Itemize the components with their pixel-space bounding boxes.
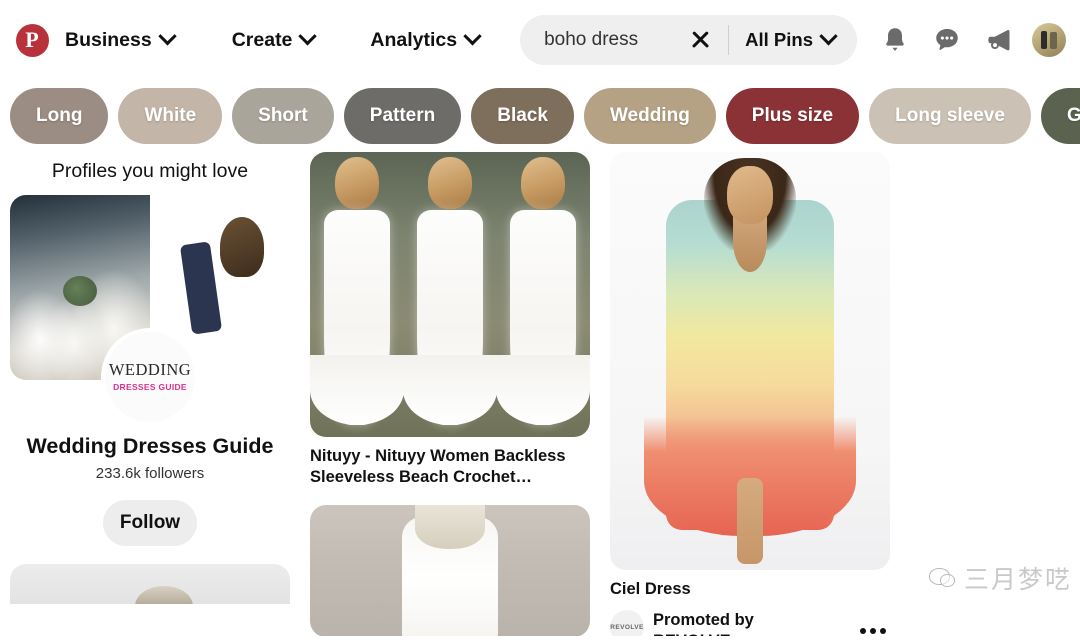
pin-card-white-lace-dress[interactable] <box>310 504 590 636</box>
filter-chip-label: Plus size <box>751 105 834 126</box>
clear-search-icon[interactable] <box>684 23 718 57</box>
advertiser-avatar[interactable]: REVOLVE <box>610 610 644 636</box>
nav-item-create[interactable]: Create <box>219 21 328 60</box>
search-bar[interactable]: All Pins <box>520 15 857 65</box>
filter-chip-plus-size[interactable]: Plus size <box>725 88 860 144</box>
pinterest-home-button[interactable]: P <box>10 18 54 62</box>
grid-column-middle: Nituyy - Nituyy Women Backless Sleeveles… <box>310 152 590 636</box>
promoted-text-block: Promoted by REVOLVE <box>653 610 754 636</box>
chevron-down-icon <box>463 26 482 45</box>
filter-chip-label: Short <box>258 105 308 126</box>
profile-follower-count: 233.6k followers <box>95 465 205 482</box>
filter-chip-long[interactable]: Long <box>10 88 109 144</box>
filter-chip-wedding[interactable]: Wedding <box>583 88 716 144</box>
filter-chip-long-sleeve[interactable]: Long sleeve <box>869 88 1031 144</box>
search-input[interactable] <box>544 29 684 51</box>
profile-name: Wedding Dresses Guide <box>26 434 274 458</box>
nav-item-analytics[interactable]: Analytics <box>357 21 492 60</box>
notifications-bell-icon <box>886 28 904 51</box>
advertiser-avatar-label: REVOLVE <box>610 623 644 631</box>
notifications-button[interactable] <box>871 16 919 64</box>
filter-chip-black[interactable]: Black <box>471 88 574 144</box>
filter-chip-label: Pattern <box>369 105 436 126</box>
pin-image[interactable] <box>310 152 590 437</box>
advertiser-name: REVOLVE <box>653 631 754 636</box>
filter-chip-white[interactable]: White <box>118 88 223 144</box>
profile-avatar-line2: DRESSES GUIDE <box>113 381 187 392</box>
filter-chip-pattern[interactable]: Pattern <box>343 88 462 144</box>
pin-title: Ciel Dress <box>610 580 691 598</box>
filter-chip-label: Black <box>497 105 548 126</box>
filter-chip-label: Long <box>36 105 83 126</box>
account-avatar[interactable] <box>1032 23 1066 57</box>
filter-chip-label: Wedding <box>609 105 690 126</box>
nav-item-business[interactable]: Business <box>52 21 187 60</box>
ads-megaphone-icon <box>988 30 1010 51</box>
search-scope-dropdown[interactable]: All Pins <box>737 23 851 57</box>
pin-promoted-row: REVOLVE Promoted by REVOLVE <box>610 610 890 636</box>
header-action-icons <box>871 16 1066 64</box>
profile-recommendation-card[interactable]: Profiles you might love WEDDING DRESSES … <box>10 152 290 546</box>
pin-card-left-next[interactable] <box>10 564 290 604</box>
filter-chip-label: Green <box>1066 105 1080 126</box>
follow-button-label: Follow <box>119 512 181 533</box>
filter-chip-label: White <box>144 105 197 126</box>
messages-button[interactable] <box>923 16 971 64</box>
pinterest-logo-icon: P <box>15 23 49 57</box>
pin-image[interactable] <box>310 504 590 636</box>
ads-button[interactable] <box>975 16 1023 64</box>
grid-column-left: Profiles you might love WEDDING DRESSES … <box>10 152 290 604</box>
pin-image[interactable] <box>610 152 890 570</box>
search-divider <box>727 25 730 55</box>
pin-image-subject <box>402 152 497 437</box>
search-scope-label: All Pins <box>745 29 813 50</box>
more-options-icon[interactable] <box>856 620 890 636</box>
pin-image-subject <box>496 152 590 437</box>
grid-column-right: Ciel Dress REVOLVE Promoted by REVOLVE <box>610 152 890 636</box>
top-navigation-bar: P Business Create Analytics All Pins <box>0 0 1080 80</box>
chevron-down-icon <box>819 26 838 45</box>
promoted-by-label: Promoted by <box>653 611 754 630</box>
profile-avatar-line1: WEDDING <box>108 360 192 380</box>
filter-chip-row[interactable]: Long White Short Pattern Black Wedding P… <box>0 80 1080 152</box>
pin-results-grid: Profiles you might love WEDDING DRESSES … <box>0 152 1080 636</box>
messages-chat-icon <box>936 29 958 51</box>
filter-chip-short[interactable]: Short <box>232 88 334 144</box>
nav-item-create-label: Create <box>231 28 293 51</box>
filter-chip-green[interactable]: Green <box>1040 88 1080 144</box>
nav-item-business-label: Business <box>65 28 152 51</box>
follow-button[interactable]: Follow <box>103 500 197 546</box>
pin-card-ciel-dress[interactable]: Ciel Dress REVOLVE Promoted by REVOLVE <box>610 152 890 636</box>
pin-title: Nituyy - Nituyy Women Backless Sleeveles… <box>310 447 566 487</box>
profiles-section-title: Profiles you might love <box>51 160 249 182</box>
chevron-down-icon <box>298 26 318 45</box>
filter-chip-label: Long sleeve <box>895 105 1005 126</box>
nav-item-analytics-label: Analytics <box>370 28 458 51</box>
chevron-down-icon <box>158 26 177 45</box>
pin-card-nituyy-dress[interactable]: Nituyy - Nituyy Women Backless Sleeveles… <box>310 152 590 489</box>
profile-avatar[interactable]: WEDDING DRESSES GUIDE <box>105 332 195 422</box>
pin-image-subject <box>310 152 404 437</box>
